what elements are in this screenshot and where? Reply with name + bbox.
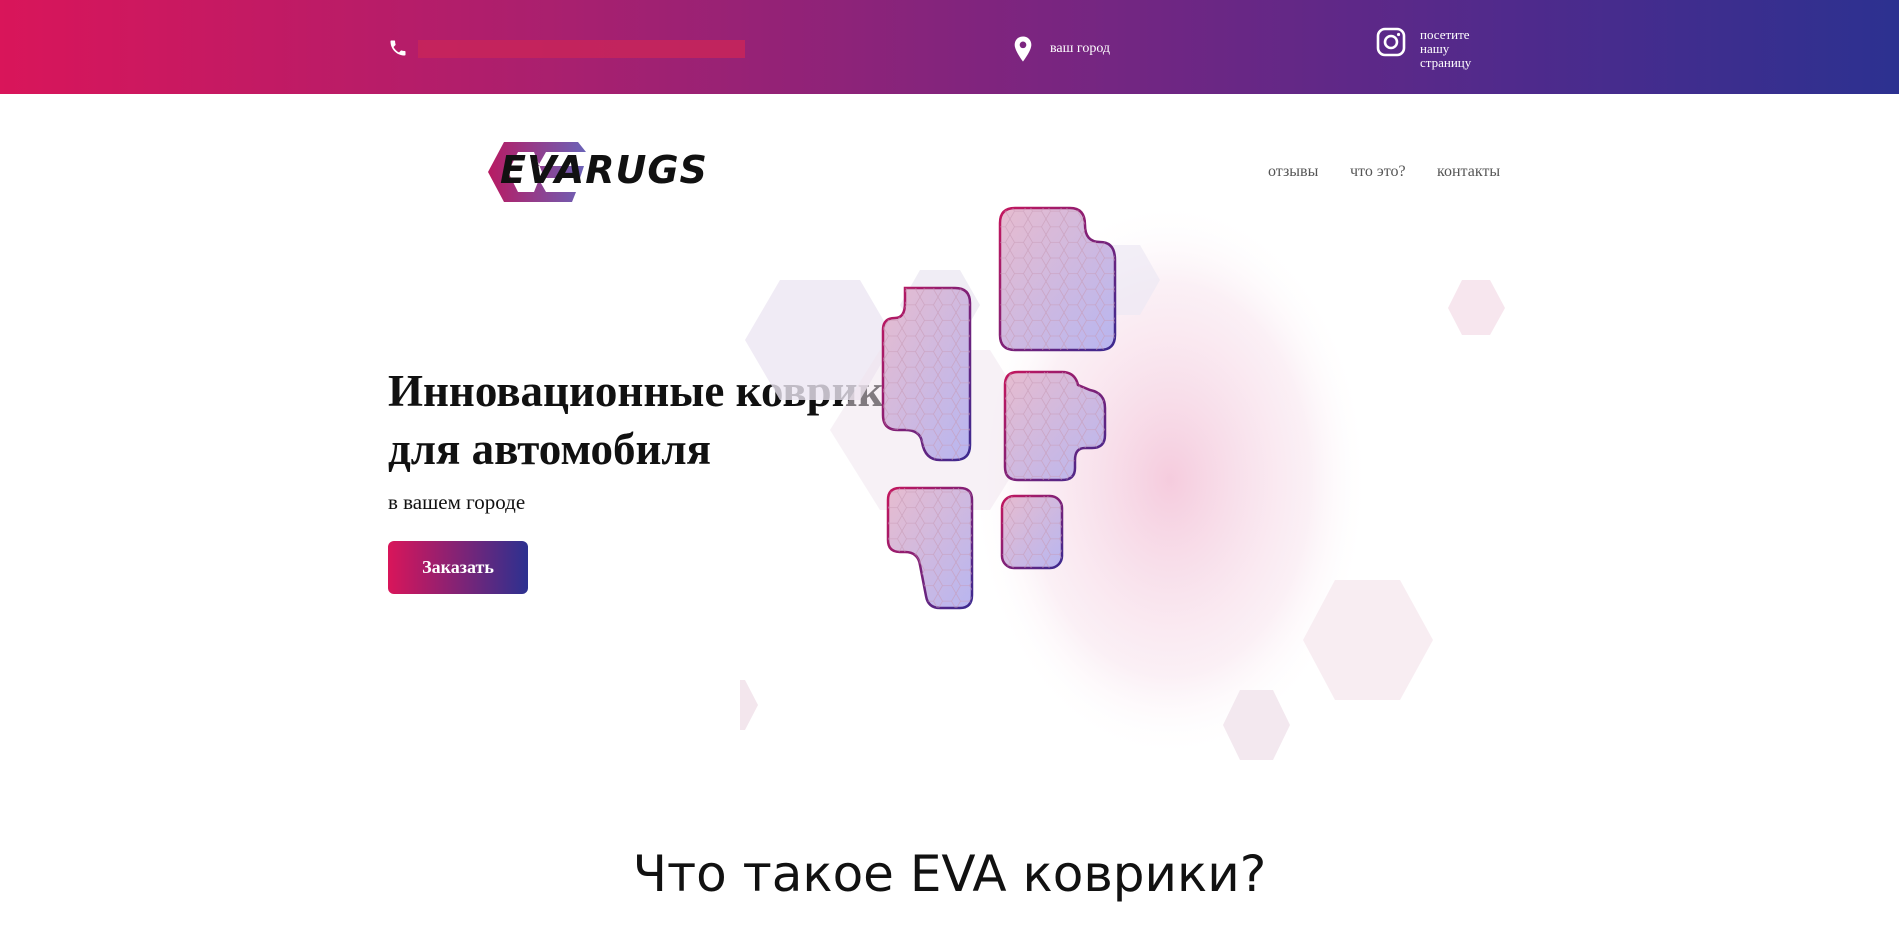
hex-decor <box>1448 280 1505 335</box>
nav-what-is-it[interactable]: что это? <box>1350 163 1406 181</box>
city-label[interactable]: ваш город <box>1050 41 1110 57</box>
instagram-link-text[interactable]: посетите нашу страницу <box>1420 28 1490 70</box>
hex-decor <box>740 680 758 730</box>
section-title-what-is-eva: Что такое EVA коврики? <box>632 845 1267 903</box>
nav-reviews[interactable]: отзывы <box>1268 163 1318 181</box>
nav-contacts[interactable]: контакты <box>1437 163 1500 181</box>
brand-name[interactable]: EVARUGS <box>500 148 708 192</box>
phone-icon[interactable] <box>388 38 408 58</box>
top-bar: ваш город посетите нашу страницу <box>0 0 1899 94</box>
map-pin-icon <box>1014 36 1032 62</box>
hero-subtitle: в вашем городе <box>388 490 526 514</box>
phone-number-redacted[interactable] <box>418 40 745 58</box>
instagram-icon[interactable] <box>1376 27 1406 57</box>
car-mat-rear-left <box>886 486 974 610</box>
order-button[interactable]: Заказать <box>388 541 528 594</box>
car-mats-illustration <box>740 200 1505 760</box>
car-mat-rear-center <box>1000 494 1064 570</box>
